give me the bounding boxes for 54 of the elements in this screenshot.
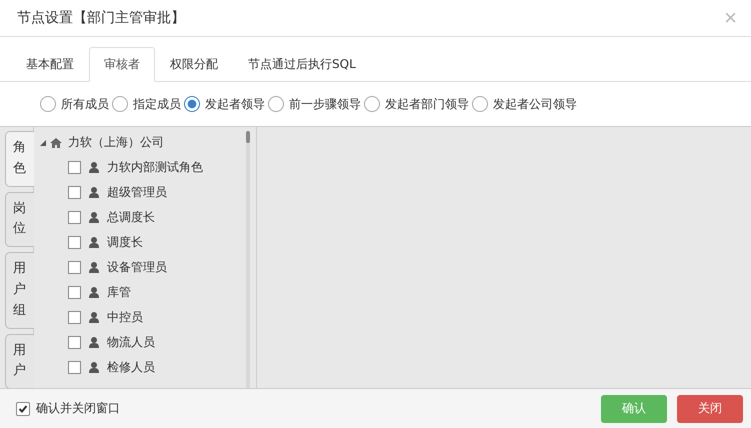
- tree-node-label[interactable]: 力软内部测试角色: [107, 159, 203, 176]
- radio-label[interactable]: 前一步骤领导: [289, 96, 361, 112]
- tree-node-label[interactable]: 力软（上海）公司: [68, 134, 164, 151]
- person-icon: [89, 362, 99, 373]
- radio-button[interactable]: [472, 96, 488, 112]
- checkbox[interactable]: [68, 311, 81, 324]
- tab[interactable]: 权限分配: [155, 47, 233, 82]
- vertical-tab[interactable]: 用户组: [5, 252, 34, 329]
- person-icon: [89, 212, 99, 223]
- vertical-tab[interactable]: 用户: [5, 334, 34, 390]
- checkbox[interactable]: [68, 186, 81, 199]
- radio-button[interactable]: [268, 96, 284, 112]
- checkbox[interactable]: [68, 261, 81, 274]
- tab[interactable]: 基本配置: [11, 47, 89, 82]
- tree-node-label[interactable]: 总调度长: [107, 209, 155, 226]
- tree-node-label[interactable]: 设备管理员: [107, 259, 167, 276]
- radio-label[interactable]: 发起者领导: [205, 96, 265, 112]
- radio-label[interactable]: 发起者公司领导: [493, 96, 577, 112]
- tab[interactable]: 审核者: [89, 47, 155, 82]
- checkbox-label[interactable]: 确认并关闭窗口: [36, 400, 120, 417]
- house-icon: [50, 138, 62, 148]
- radio-label[interactable]: 发起者部门领导: [385, 96, 469, 112]
- checkbox[interactable]: [68, 286, 81, 299]
- person-icon: [89, 312, 99, 323]
- person-icon: [89, 337, 99, 348]
- tree-node-label[interactable]: 库管: [107, 284, 131, 301]
- tree-node-label[interactable]: 物流人员: [107, 334, 155, 351]
- checkbox[interactable]: [68, 361, 81, 374]
- checkbox[interactable]: [68, 236, 81, 249]
- checkbox[interactable]: [68, 161, 81, 174]
- person-icon: [89, 262, 99, 273]
- window-title: 节点设置【部门主管审批】: [17, 9, 186, 27]
- radio-button[interactable]: [364, 96, 380, 112]
- tree-node-label[interactable]: 调度长: [107, 234, 143, 251]
- tab[interactable]: 节点通过后执行SQL: [233, 47, 371, 82]
- checkbox[interactable]: [68, 211, 81, 224]
- vertical-tab[interactable]: 角色: [5, 131, 34, 187]
- radio-button[interactable]: [184, 96, 200, 112]
- person-icon: [89, 162, 99, 173]
- tree-node-label[interactable]: 超级管理员: [107, 184, 167, 201]
- checkbox[interactable]: [16, 402, 30, 416]
- radio-label[interactable]: 所有成员: [61, 96, 109, 112]
- person-icon: [89, 187, 99, 198]
- radio-button[interactable]: [112, 96, 128, 112]
- tree-node-label[interactable]: 检修人员: [107, 359, 155, 376]
- checkbox[interactable]: [68, 336, 81, 349]
- expand-caret-icon[interactable]: [40, 140, 46, 146]
- radio-button[interactable]: [40, 96, 56, 112]
- person-icon: [89, 287, 99, 298]
- close-button[interactable]: 关闭: [677, 394, 743, 422]
- person-icon: [89, 237, 99, 248]
- radio-label[interactable]: 指定成员: [133, 96, 181, 112]
- tree-node-label[interactable]: 中控员: [107, 309, 143, 326]
- vertical-tab[interactable]: 岗位: [5, 192, 34, 248]
